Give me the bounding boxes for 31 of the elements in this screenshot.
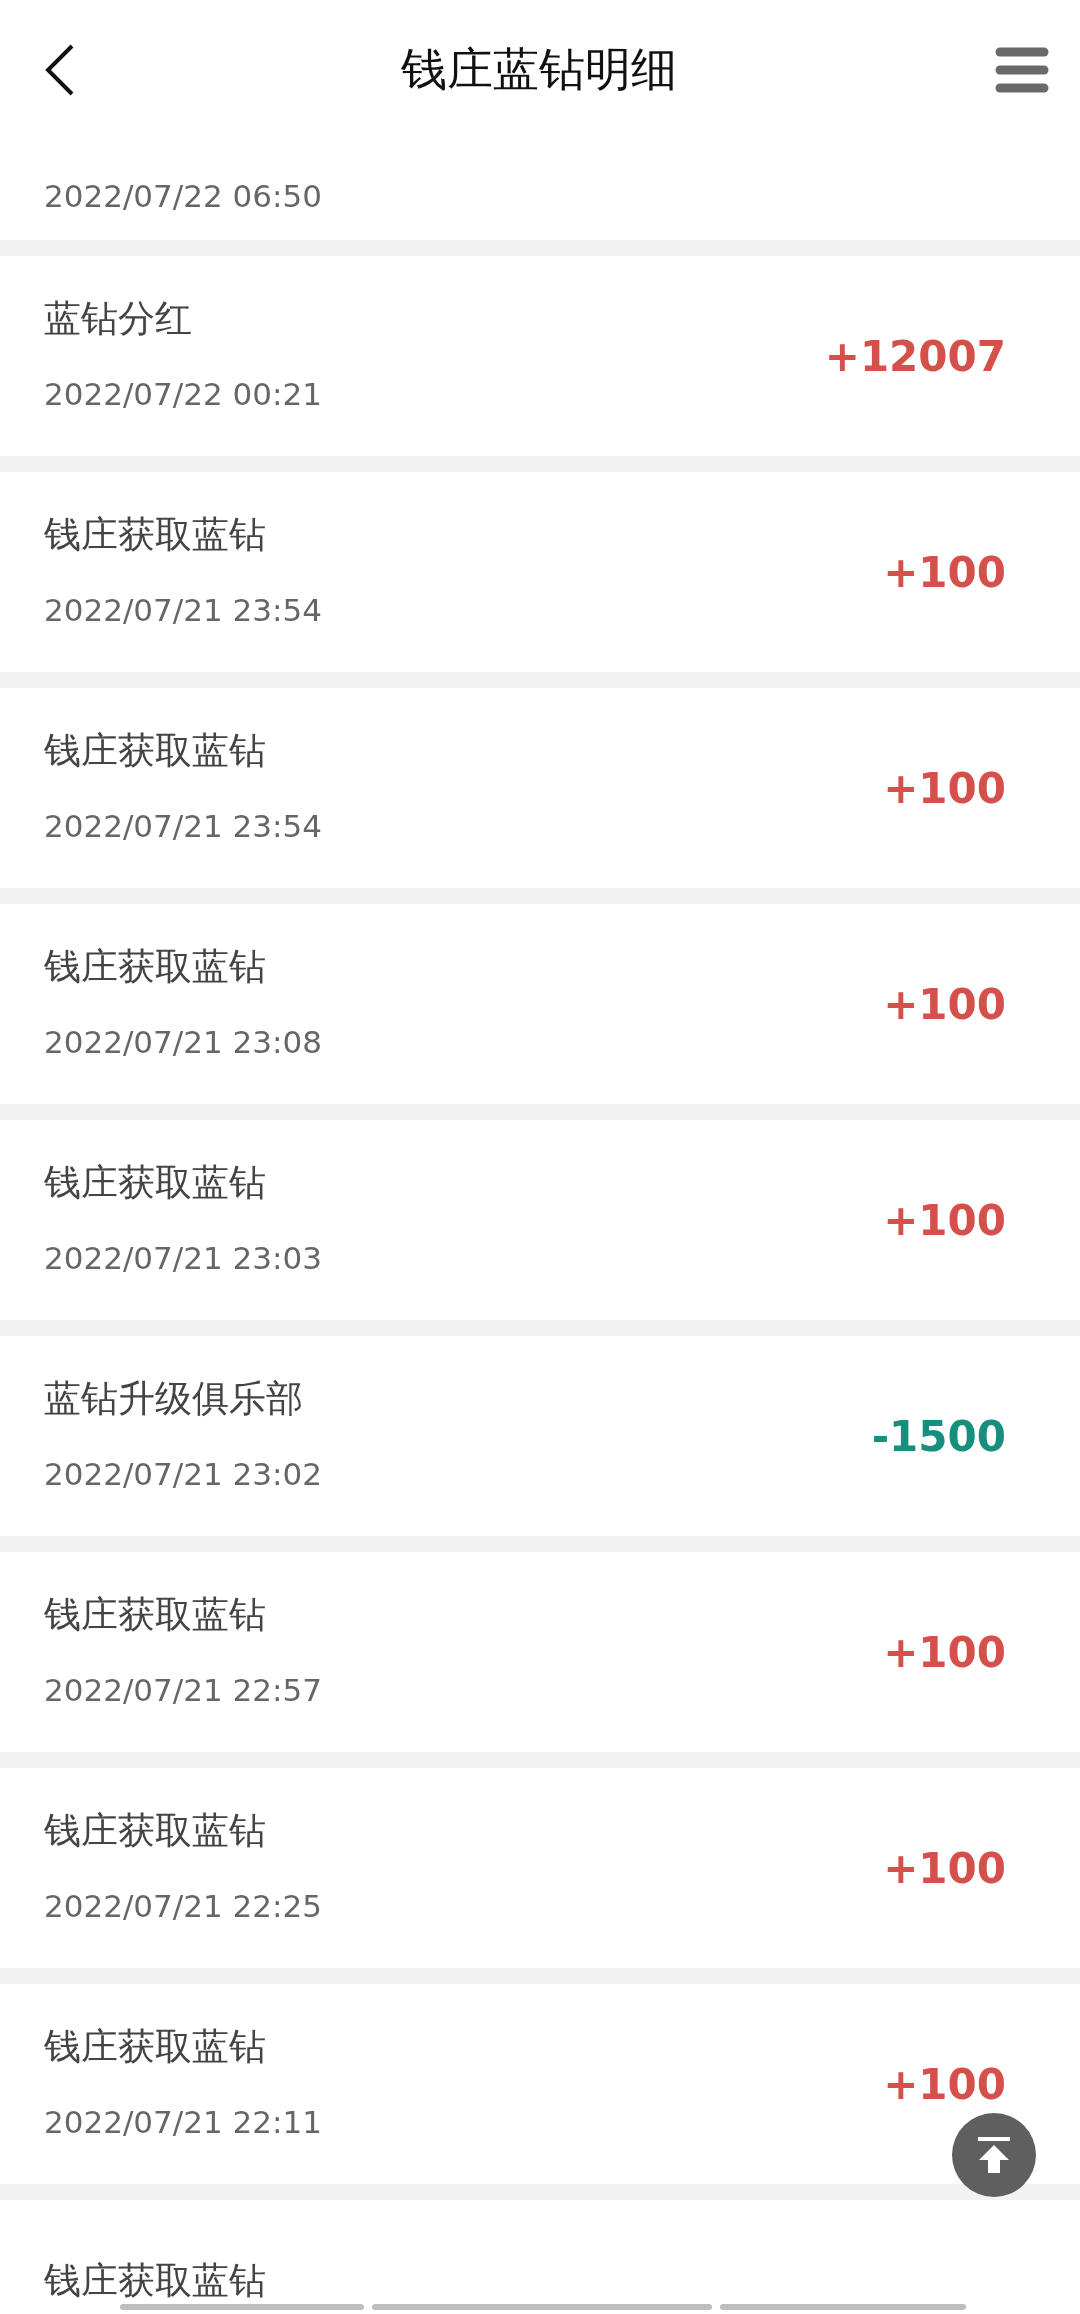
transaction-title: 钱庄获取蓝钻: [44, 946, 267, 988]
page-title: 钱庄蓝钻明细: [401, 41, 677, 98]
transaction-title: 蓝钻分红: [44, 298, 193, 340]
menu-icon[interactable]: [994, 46, 1050, 94]
transaction-date: 2022/07/21 22:25: [44, 1887, 322, 1926]
transaction-date: 2022/07/22 06:50: [44, 177, 322, 216]
transaction-amount: +100: [883, 979, 1006, 1029]
transaction-title: 钱庄获取蓝钻: [44, 1594, 267, 1636]
transaction-amount: +100: [883, 547, 1006, 597]
transaction-date: 2022/07/21 23:03: [44, 1239, 322, 1278]
transaction-amount: +100: [883, 763, 1006, 813]
transaction-amount: +12007: [824, 331, 1006, 381]
transaction-amount: +100: [883, 1843, 1006, 1893]
transaction-title: 钱庄获取蓝钻: [44, 2026, 267, 2068]
transaction-title: 钱庄获取蓝钻: [44, 514, 267, 556]
transaction-amount: +100: [883, 1627, 1006, 1677]
transaction-date: 2022/07/21 22:11: [44, 2103, 322, 2142]
transaction-date: 2022/07/21 23:54: [44, 591, 322, 630]
transaction-date: 2022/07/21 23:02: [44, 1455, 322, 1494]
transaction-title: 钱庄获取蓝钻: [44, 2259, 266, 2302]
transaction-title: 钱庄获取蓝钻: [44, 1162, 267, 1204]
transaction-title: 钱庄获取蓝钻: [44, 730, 267, 772]
transaction-date: 2022/07/21 22:57: [44, 1671, 322, 1710]
transaction-date: 2022/07/21 23:54: [44, 807, 322, 846]
transaction-amount: +100: [883, 2059, 1006, 2109]
transaction-date: 2022/07/21 23:08: [44, 1023, 322, 1062]
transaction-amount: -1500: [871, 1411, 1006, 1461]
transaction-title: 钱庄获取蓝钻: [44, 1810, 267, 1852]
transaction-amount: +100: [883, 1195, 1006, 1245]
transaction-date: 2022/07/22 00:21: [44, 375, 322, 414]
transaction-title: 蓝钻升级俱乐部: [44, 1378, 304, 1420]
